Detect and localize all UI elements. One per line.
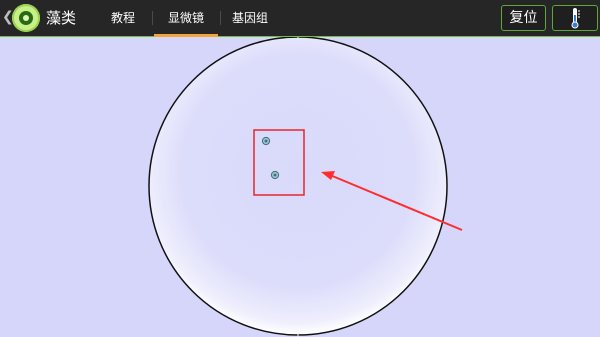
eyepiece-field[interactable] [148,37,448,336]
tab-divider [152,11,153,25]
tab-microscope[interactable]: 显微镜 [154,0,218,37]
microscope-stage [0,37,600,337]
algae-logo-icon[interactable] [12,4,40,32]
algae-cell[interactable] [270,170,280,180]
tab-divider [220,11,221,25]
reset-button[interactable]: 复位 [501,5,546,31]
tab-tutorial[interactable]: 教程 [96,0,150,37]
top-toolbar: ❮ 藻类 教程 显微镜 基因组 复位 [0,0,600,37]
algae-cell[interactable] [261,136,271,146]
tab-genome[interactable]: 基因组 [222,0,278,37]
microscope-view [148,37,463,337]
thermometer-icon [571,8,580,29]
thermometer-button[interactable] [552,5,598,31]
app-title: 藻类 [46,9,77,27]
